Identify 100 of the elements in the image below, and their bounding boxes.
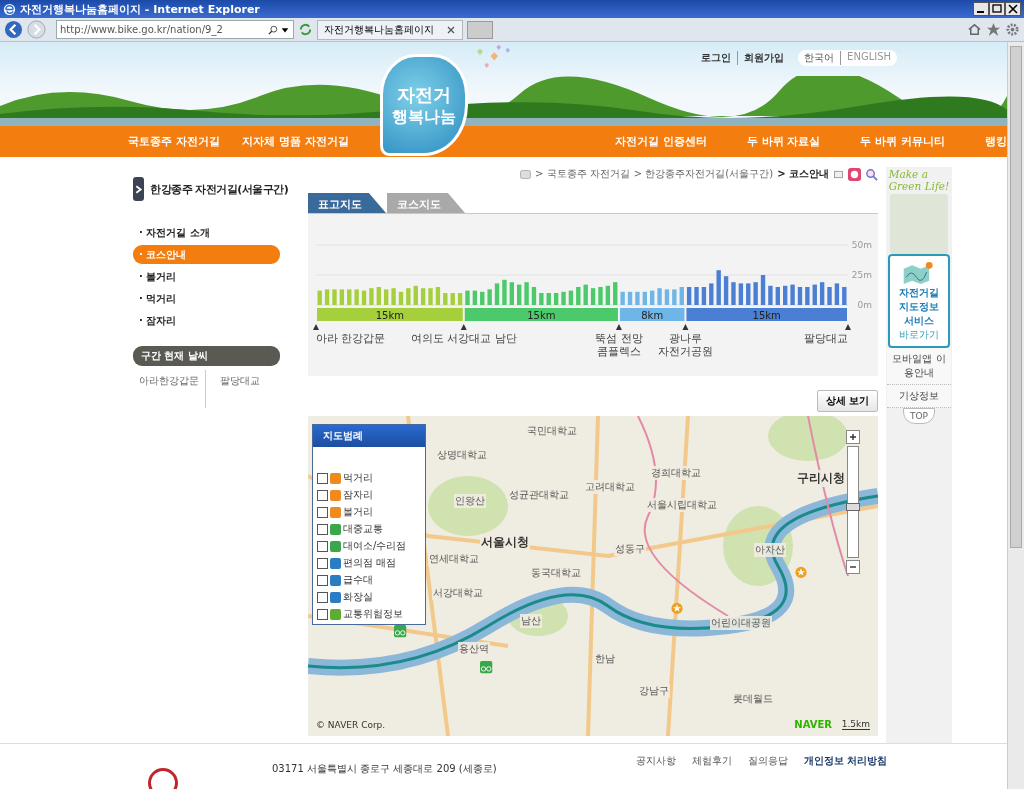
checkbox[interactable]: [317, 472, 328, 484]
top-button[interactable]: TOP: [903, 408, 935, 425]
slider-thumb[interactable]: [846, 503, 860, 512]
close-icon[interactable]: [446, 24, 456, 35]
maximize-icon[interactable]: [989, 2, 1005, 16]
checkbox[interactable]: [317, 540, 328, 552]
legend-label: 화장실: [343, 590, 373, 605]
login-link[interactable]: 로그인: [701, 51, 732, 65]
distance-segment: 8km: [619, 308, 685, 322]
minimize-icon[interactable]: [973, 2, 989, 16]
address-field[interactable]: http://www.bike.go.kr/nation/9_2: [56, 20, 294, 39]
legend-label: 급수대: [343, 573, 373, 588]
scrollbar[interactable]: [1007, 42, 1024, 789]
browser-logo-icon: [3, 2, 16, 16]
chevron-icon: [133, 177, 144, 202]
sidebar-item[interactable]: · 자전거길 소개: [133, 223, 280, 243]
map-place-label: 연세대학교: [428, 552, 480, 567]
map-brand-logo: NAVER: [794, 719, 832, 731]
zoom-out-button[interactable]: [846, 560, 860, 575]
zoom-slider[interactable]: [847, 446, 859, 559]
star-icon[interactable]: [986, 22, 1001, 37]
map-place-label: 남산: [520, 614, 542, 629]
sidebar-item[interactable]: · 먹거리: [133, 289, 280, 309]
map-place-label: 구리시청: [796, 470, 846, 488]
sidebar-item[interactable]: · 잠자리: [133, 311, 280, 331]
back-icon[interactable]: [4, 20, 23, 39]
checkbox[interactable]: [317, 489, 328, 501]
magnifier-icon[interactable]: [865, 167, 878, 181]
stop-marker-icon: [313, 324, 319, 331]
stop-label: 팔당대교: [804, 332, 848, 345]
map-place-label: 상명대학교: [436, 448, 488, 463]
map-place-label: 서울시립대학교: [646, 498, 718, 513]
stop-label: 아라 한강갑문: [316, 332, 386, 345]
map-place-label: 동국대학교: [530, 566, 582, 581]
plus-icon: [849, 433, 857, 442]
map-place-label: 서울시청: [480, 534, 530, 552]
weather-title: 구간 현재 날씨: [133, 346, 280, 367]
checkbox[interactable]: [317, 608, 328, 620]
stop-label: 여의도 서강대교 남단: [410, 332, 517, 345]
legend-label: 대중교통: [343, 522, 383, 537]
sidebar-item[interactable]: · 볼거리: [133, 267, 280, 287]
refresh-icon[interactable]: [298, 22, 313, 37]
distance-segment: 15km: [317, 308, 463, 322]
breadcrumb-link[interactable]: > 코스안내: [777, 167, 829, 182]
distance-segment: 15km: [686, 308, 847, 322]
close-icon[interactable]: [1005, 2, 1021, 16]
checkbox[interactable]: [317, 574, 328, 586]
legend-label: 편의점 매점: [343, 556, 397, 571]
map-place-label: 고려대학교: [584, 480, 636, 495]
side-link[interactable]: 모바일앱 이용안내: [887, 348, 951, 386]
axis-tick-label: 0m: [857, 300, 872, 311]
stop-marker-icon: [845, 324, 851, 331]
breadcrumb-link[interactable]: > 국토종주 자전거길: [535, 167, 630, 182]
axis-tick-label: 25m: [851, 270, 872, 281]
checkbox[interactable]: [317, 591, 328, 603]
map-place-label: 롯데월드: [732, 692, 774, 707]
footer-logo-icon: [148, 767, 178, 789]
legend-label: 잠자리: [343, 488, 373, 503]
side-link[interactable]: 기상정보: [887, 385, 951, 409]
map-place-label: 한남: [594, 652, 616, 667]
footer-link[interactable]: 개인정보 처리방침: [803, 753, 887, 768]
signup-link[interactable]: 회원가입: [737, 51, 785, 65]
map-place-label: 국민대학교: [526, 424, 578, 439]
browser-tab[interactable]: 자전거행복나눔홈페이지: [317, 19, 463, 40]
map-tab[interactable]: 표고지도: [308, 193, 386, 214]
checkbox[interactable]: [317, 557, 328, 569]
photo-placeholder: [890, 194, 948, 255]
stop-label: 뚝섬 전망 콤플렉스: [595, 332, 643, 358]
map-place-label: 어린이대공원: [710, 616, 772, 631]
legend-label: 먹거리: [343, 471, 373, 486]
map-place-label: 인왕산: [454, 494, 486, 509]
search-icon[interactable]: [268, 24, 278, 35]
zoom-in-button[interactable]: [846, 430, 860, 445]
settings-icon[interactable]: [1005, 22, 1020, 37]
map-place-label: 아차산: [754, 543, 786, 558]
map-place-label: 성동구: [614, 542, 646, 557]
stop-marker-icon: [615, 324, 622, 331]
breadcrumb-link[interactable]: > 한강종주자전거길(서울구간): [633, 167, 774, 182]
legend-label: 교통위험정보: [343, 607, 403, 622]
map-service-link[interactable]: 자전거길 지도정보 서비스 바로가기: [888, 254, 950, 349]
weather-place[interactable]: 아라한강갑문: [133, 370, 205, 409]
axis-tick-label: 50m: [851, 240, 872, 251]
slogan-text: Make a Green Life!: [887, 167, 951, 194]
footer-link[interactable]: 질의응답: [747, 753, 788, 768]
weather-place[interactable]: 팔당대교: [205, 370, 266, 409]
footer-link[interactable]: 체험후기: [691, 753, 732, 768]
stop-label: 광나루 자전거공원: [657, 332, 713, 358]
stop-marker-icon: [682, 324, 689, 331]
checkbox[interactable]: [317, 523, 328, 535]
detail-button[interactable]: 상세 보기: [816, 390, 878, 413]
language-option[interactable]: 한국어: [804, 51, 835, 65]
legend-label: 대여소/수리점: [343, 539, 407, 554]
footer-address: 03171 서울특별시 종로구 세종대로 209 (세종로): [272, 761, 497, 776]
legend-label: 볼거리: [343, 505, 373, 520]
map-scale: 1.5km: [841, 719, 870, 731]
distance-segment: 15km: [464, 308, 618, 322]
footer-link[interactable]: 공지사항: [635, 753, 676, 768]
map-place-label: 용산역: [458, 642, 490, 657]
map-place-label: 강남구: [638, 684, 670, 699]
checkbox[interactable]: [317, 506, 328, 518]
